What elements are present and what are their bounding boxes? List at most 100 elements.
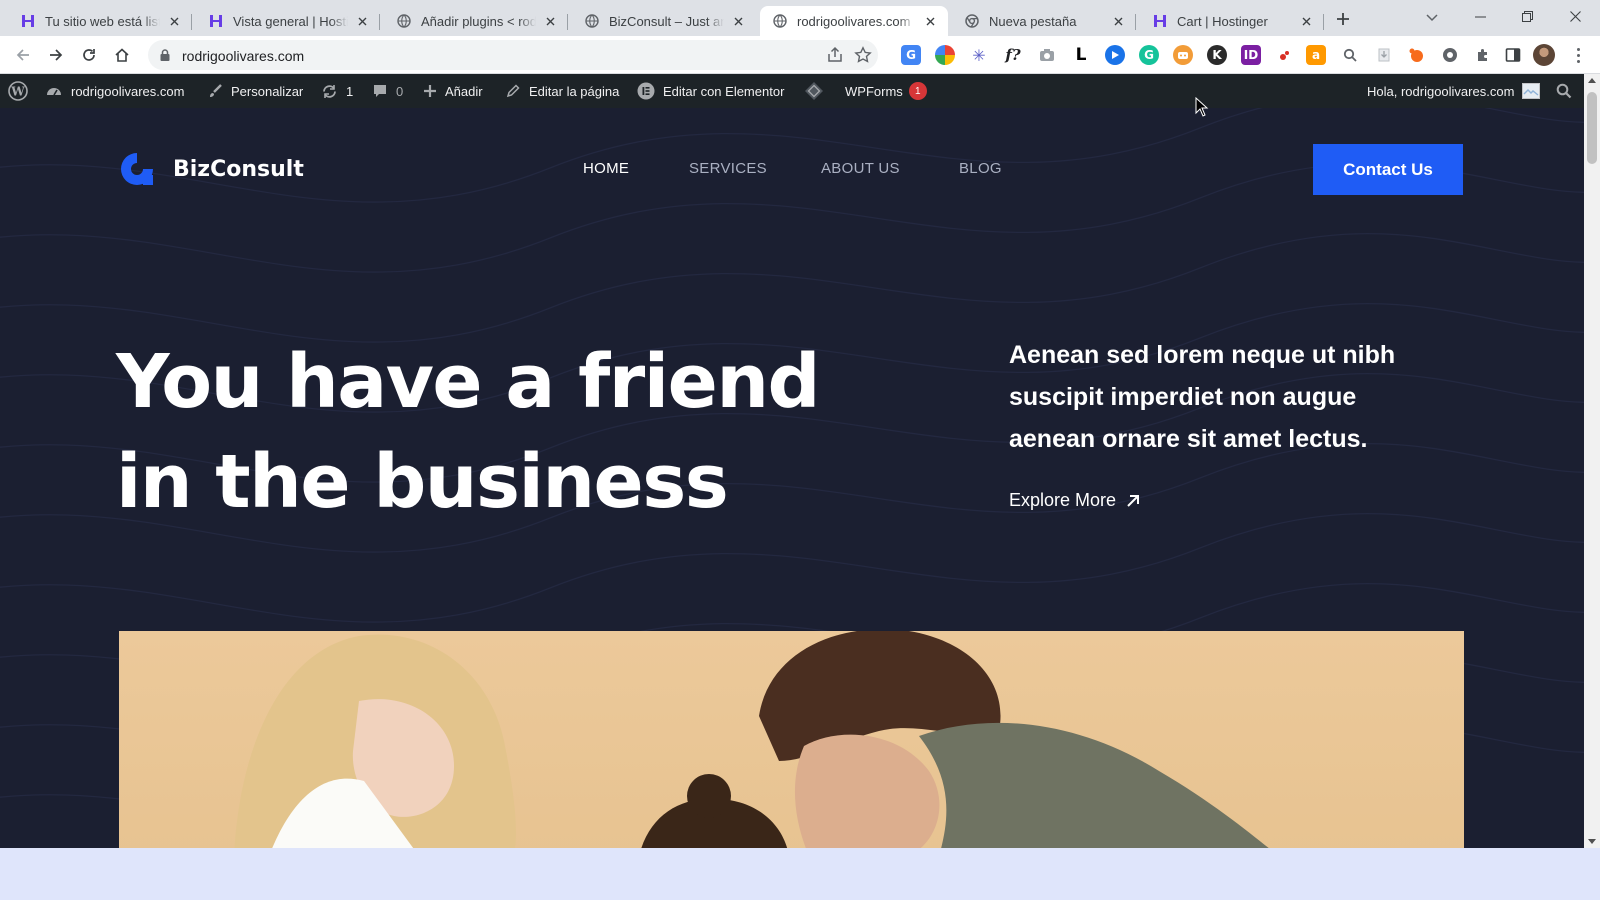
tab-title: Nueva pestaña	[989, 13, 1077, 29]
google-translate-icon[interactable]: G	[901, 45, 921, 65]
tab-rodrigoolivares-active[interactable]: rodrigoolivares.com	[760, 6, 948, 36]
robot-extension-icon[interactable]	[1173, 45, 1193, 65]
admin-wpforms-label: WPForms	[845, 83, 903, 99]
orange-extension-icon[interactable]	[1406, 45, 1426, 65]
nav-blog[interactable]: BLOG	[959, 160, 1002, 177]
close-icon[interactable]	[542, 13, 558, 29]
hostinger-icon	[208, 13, 224, 29]
download-extension-icon[interactable]	[1374, 45, 1394, 65]
tab-title: BizConsult – Just another WordPress site	[609, 13, 724, 29]
amazon-icon[interactable]: a	[1306, 45, 1326, 65]
explore-more-link[interactable]: Explore More	[1009, 490, 1140, 511]
search-extension-icon[interactable]	[1340, 45, 1360, 65]
family-photo-illustration	[234, 631, 1269, 848]
tab-add-plugins[interactable]: Añadir plugins < rodrigoolivares.com	[384, 6, 568, 36]
tab-separator	[1323, 14, 1324, 30]
mouse-cursor-icon	[1195, 97, 1209, 117]
minimize-button[interactable]	[1457, 0, 1503, 32]
profile-avatar[interactable]	[1533, 44, 1555, 66]
close-icon[interactable]	[730, 13, 746, 29]
admin-customize[interactable]: Personalizar	[207, 74, 303, 108]
bookmark-star-icon[interactable]	[854, 46, 872, 64]
close-icon[interactable]	[1298, 13, 1314, 29]
admin-updates[interactable]: 1	[321, 74, 353, 108]
close-icon[interactable]	[166, 13, 182, 29]
nav-home[interactable]: HOME	[583, 160, 629, 177]
puzzle-extensions-icon[interactable]	[1473, 45, 1493, 65]
comment-icon	[374, 85, 386, 97]
site-logo-text: BizConsult	[173, 156, 304, 182]
tab-search-chevron-icon[interactable]	[1422, 8, 1442, 28]
admin-customize-label: Personalizar	[231, 83, 304, 99]
purple-extension-icon[interactable]: ID	[1241, 45, 1261, 65]
close-icon[interactable]	[922, 13, 938, 29]
admin-wpforms[interactable]: WPForms 1	[845, 74, 927, 108]
fontface-ninja-icon[interactable]: f?	[1003, 45, 1023, 65]
hero-heading-line-1: You have a friend	[116, 339, 820, 425]
k-extension-icon[interactable]: K	[1207, 45, 1227, 65]
admin-new[interactable]: Añadir	[423, 74, 483, 108]
admin-edit-elementor[interactable]: Editar con Elementor	[637, 74, 784, 108]
screencast-icon[interactable]	[1105, 45, 1125, 65]
brush-icon	[210, 84, 222, 97]
hero-heading-line-2: in the business	[116, 439, 729, 525]
forward-button[interactable]	[43, 42, 69, 68]
close-window-button[interactable]	[1552, 0, 1598, 32]
tab-separator	[379, 14, 380, 30]
explore-more-label: Explore More	[1009, 490, 1117, 510]
scrollbar-thumb[interactable]	[1587, 92, 1597, 164]
close-icon[interactable]	[354, 13, 370, 29]
globe-icon	[584, 13, 600, 29]
home-button[interactable]	[109, 42, 135, 68]
nav-services[interactable]: SERVICES	[689, 160, 767, 177]
restore-button[interactable]	[1504, 0, 1550, 32]
camera-icon[interactable]	[1037, 45, 1057, 65]
share-icon[interactable]	[826, 46, 844, 64]
tab-new-tab[interactable]: Nueva pestaña	[952, 6, 1136, 36]
site-logo[interactable]: BizConsult	[119, 151, 304, 187]
browser-menu-icon[interactable]	[1570, 45, 1586, 65]
tab-hostinger-overview[interactable]: Vista general | Hostinger	[196, 6, 380, 36]
red-dot-extension-icon[interactable]	[1275, 45, 1295, 65]
svg-text:W: W	[10, 85, 25, 99]
side-panel-icon[interactable]	[1503, 45, 1523, 65]
diamond-extension-icon[interactable]	[804, 74, 832, 108]
wp-admin-bar: W rodrigoolivares.com Personalizar 1 0 A…	[0, 74, 1584, 108]
address-bar[interactable]: rodrigoolivares.com	[148, 40, 878, 70]
globe-icon	[396, 13, 412, 29]
lock-icon[interactable]	[158, 48, 172, 62]
tab-title: rodrigoolivares.com	[797, 13, 911, 29]
tab-separator	[567, 14, 568, 30]
hero-heading: You have a friend in the business	[116, 332, 876, 532]
admin-comments-count: 0	[396, 83, 404, 99]
tab-cart-hostinger[interactable]: Cart | Hostinger	[1140, 6, 1324, 36]
reload-button[interactable]	[76, 42, 102, 68]
wordpress-logo-icon[interactable]: W	[8, 74, 36, 108]
close-icon[interactable]	[1110, 13, 1126, 29]
hostinger-icon	[20, 13, 36, 29]
scroll-up-arrow-icon[interactable]	[1588, 78, 1596, 83]
admin-comments[interactable]: 0	[372, 74, 403, 108]
nav-about-us[interactable]: ABOUT US	[821, 160, 900, 177]
new-tab-button[interactable]	[1332, 8, 1354, 30]
admin-site-name[interactable]: rodrigoolivares.com	[45, 74, 184, 108]
admin-edit-page[interactable]: Editar la página	[505, 74, 619, 108]
contact-us-button[interactable]: Contact Us	[1313, 144, 1463, 195]
admin-search-icon[interactable]	[1556, 74, 1580, 108]
browser-toolbar: rodrigoolivares.com G ✳ f? L G K ID a	[0, 36, 1600, 74]
l-extension-icon[interactable]: L	[1071, 45, 1091, 65]
back-button[interactable]	[10, 42, 36, 68]
sparkle-extension-icon[interactable]: ✳	[969, 45, 989, 65]
tab-hostinger-ready[interactable]: Tu sitio web está listo	[8, 6, 192, 36]
tab-title: Cart | Hostinger	[1177, 13, 1268, 29]
website-viewport: BizConsult HOME SERVICES ABOUT US BLOG C…	[0, 108, 1584, 848]
settings-extension-icon[interactable]	[1440, 45, 1460, 65]
admin-edit-page-label: Editar la página	[529, 83, 620, 99]
admin-account[interactable]: Hola, rodrigoolivares.com	[1367, 74, 1541, 108]
tab-bizconsult[interactable]: BizConsult – Just another WordPress site	[572, 6, 756, 36]
color-picker-icon[interactable]	[935, 45, 955, 65]
page-scrollbar[interactable]	[1584, 74, 1600, 848]
arrow-up-right-icon	[1127, 494, 1140, 507]
grammarly-icon[interactable]: G	[1139, 45, 1159, 65]
scroll-down-arrow-icon[interactable]	[1588, 839, 1596, 844]
